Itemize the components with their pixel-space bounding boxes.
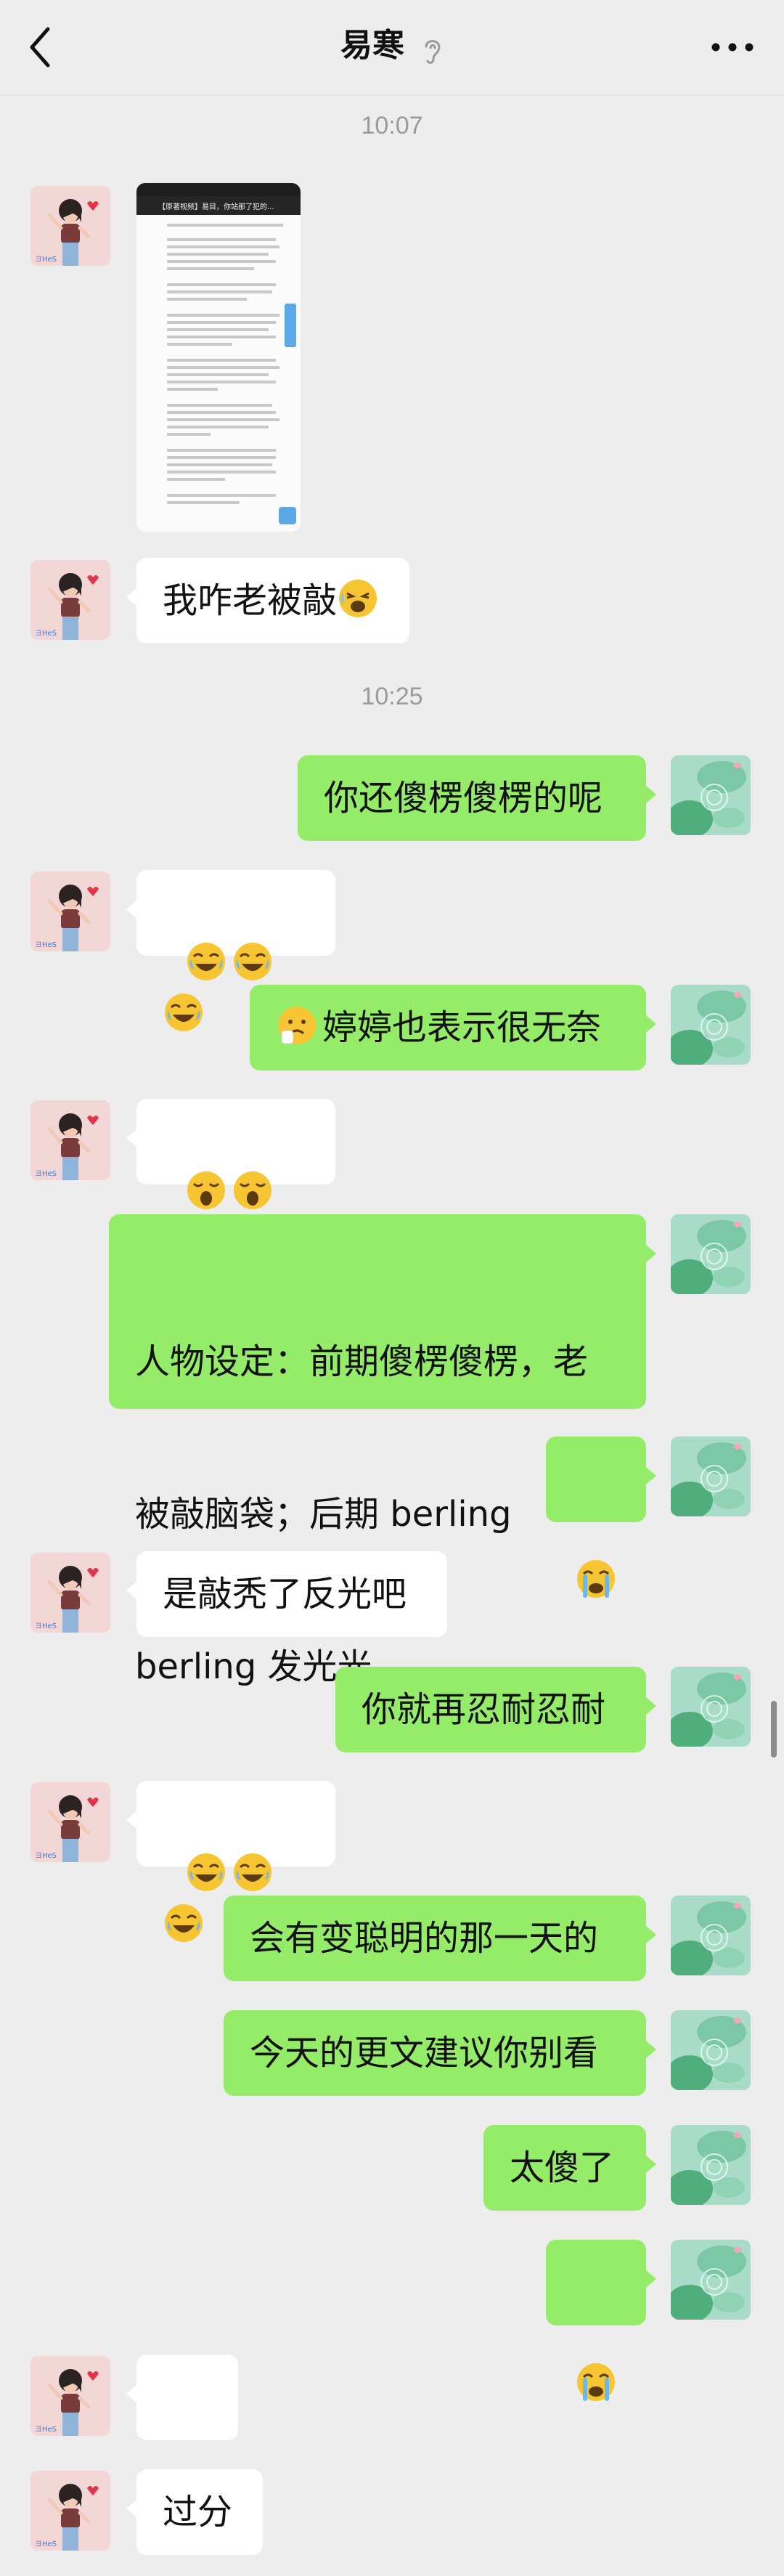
chat-title-row: 易寒: [0, 20, 784, 71]
thumbnail-caption: 【原著视频】易目，你站那了犯的...: [158, 202, 274, 211]
contact-avatar[interactable]: ヨHeS: [30, 2356, 110, 2436]
svg-text:ヨHeS: ヨHeS: [35, 941, 57, 949]
message-text: 婷婷也表示很无奈: [322, 1007, 602, 1048]
image-message[interactable]: 【原著视频】易目，你站那了犯的...: [136, 183, 301, 532]
message-text: 会有变聪明的那一天的: [250, 1918, 599, 1959]
message-text: 我咋老被敲: [163, 580, 338, 621]
message-bubble[interactable]: [546, 1437, 656, 1598]
sad-face-emoji-icon: [276, 1004, 318, 1047]
message-bubble[interactable]: 过分: [126, 2469, 263, 2555]
yawn-face-emoji-icon: [185, 1169, 227, 1211]
crying-face-emoji-icon: [575, 1558, 617, 1600]
message-text: 太傻了: [510, 2148, 615, 2188]
message-text: 你还傻楞傻楞的呢: [324, 778, 603, 818]
tired-face-emoji-icon: [337, 577, 379, 619]
screenshot-thumbnail: 【原著视频】易目，你站那了犯的...: [136, 183, 301, 532]
tears-of-joy-emoji-icon: [185, 1851, 227, 1893]
svg-text:ヨHeS: ヨHeS: [35, 1622, 57, 1630]
my-avatar[interactable]: [671, 2125, 751, 2205]
my-avatar[interactable]: [671, 2010, 751, 2090]
my-avatar[interactable]: [671, 755, 751, 835]
contact-avatar[interactable]: ヨHeS: [30, 2471, 110, 2551]
contact-avatar[interactable]: ヨHeS: [30, 186, 110, 266]
svg-text:ヨHeS: ヨHeS: [35, 256, 57, 264]
message-text: 你就再忍耐忍耐: [362, 1689, 606, 1730]
message-bubble[interactable]: [126, 2354, 238, 2516]
message-bubble[interactable]: [126, 1781, 335, 1942]
svg-text:ヨHeS: ヨHeS: [35, 2540, 57, 2548]
chat-header: 易寒: [0, 0, 784, 95]
message-bubble[interactable]: 你还傻楞傻楞的呢: [298, 755, 656, 841]
svg-text:ヨHeS: ヨHeS: [35, 2426, 57, 2434]
message-bubble[interactable]: [546, 2240, 656, 2401]
my-avatar[interactable]: [671, 1214, 751, 1294]
svg-text:ヨHeS: ヨHeS: [35, 1170, 57, 1178]
contact-avatar[interactable]: ヨHeS: [30, 560, 110, 640]
crying-face-emoji-icon: [575, 2361, 617, 2403]
my-avatar[interactable]: [671, 1437, 751, 1516]
message-bubble[interactable]: 我咋老被敲: [126, 558, 410, 643]
my-avatar[interactable]: [671, 1667, 751, 1747]
scroll-indicator[interactable]: [771, 1701, 777, 1758]
tears-of-joy-emoji-icon: [232, 1851, 274, 1893]
message-text-line: 人物设定：前期傻楞傻楞，老: [135, 1341, 589, 1382]
contact-avatar[interactable]: ヨHeS: [30, 871, 110, 951]
message-bubble[interactable]: 是敲秃了反光吧: [126, 1551, 447, 1637]
message-bubble[interactable]: 太傻了: [483, 2125, 656, 2211]
message-bubble[interactable]: [126, 1099, 335, 1260]
my-avatar[interactable]: [671, 1896, 751, 1975]
message-bubble[interactable]: 人物设定：前期傻楞傻楞，老 被敲脑袋；后期 berling berling 发光…: [109, 1214, 656, 1687]
message-bubble[interactable]: [126, 870, 335, 1031]
yawn-face-emoji-icon: [232, 1169, 274, 1211]
chat-title: 易寒: [340, 27, 404, 64]
message-bubble[interactable]: 婷婷也表示很无奈: [250, 985, 656, 1070]
tears-of-joy-emoji-icon: [163, 991, 205, 1033]
ear-icon: [420, 31, 444, 64]
message-bubble[interactable]: 你就再忍耐忍耐: [335, 1667, 656, 1752]
message-text: 是敲秃了反光吧: [163, 1574, 407, 1614]
more-button[interactable]: [707, 29, 758, 65]
more-dots-icon: [711, 43, 754, 52]
contact-avatar[interactable]: ヨHeS: [30, 1782, 110, 1862]
tears-of-joy-emoji-icon: [232, 940, 274, 983]
message-bubble[interactable]: 今天的更文建议你别看: [224, 2010, 656, 2096]
my-avatar[interactable]: [671, 985, 751, 1065]
my-avatar[interactable]: [671, 2240, 751, 2320]
message-text: 过分: [163, 2492, 233, 2532]
contact-avatar[interactable]: ヨHeS: [30, 1553, 110, 1633]
svg-text:ヨHeS: ヨHeS: [35, 630, 57, 638]
contact-avatar[interactable]: ヨHeS: [30, 1100, 110, 1180]
svg-text:ヨHeS: ヨHeS: [35, 1852, 57, 1860]
message-timestamp: 10:25: [361, 683, 423, 710]
message-timestamp: 10:07: [361, 112, 423, 139]
message-text: 今天的更文建议你别看: [250, 2033, 599, 2073]
tears-of-joy-emoji-icon: [163, 1902, 205, 1944]
message-bubble[interactable]: 会有变聪明的那一天的: [224, 1896, 656, 1981]
tears-of-joy-emoji-icon: [185, 940, 227, 983]
